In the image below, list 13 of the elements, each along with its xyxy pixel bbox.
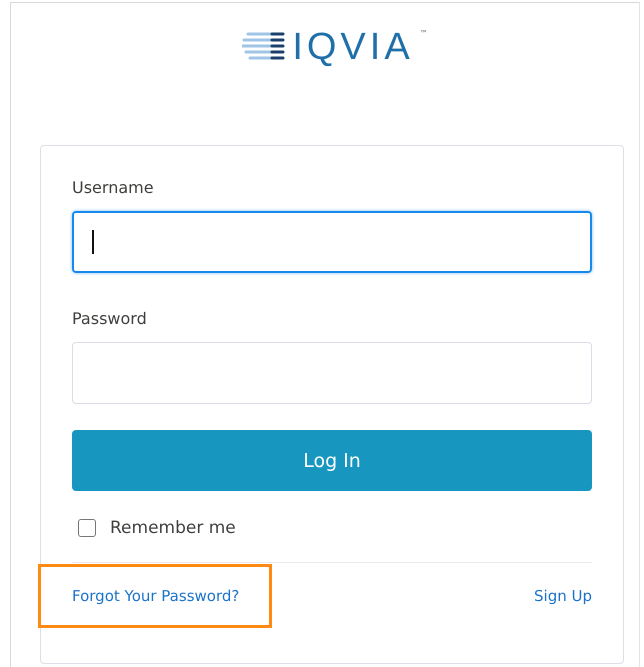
remember-label: Remember me (110, 518, 236, 538)
login-button[interactable]: Log In (72, 430, 592, 491)
username-field[interactable] (72, 211, 592, 273)
password-label: Password (72, 309, 148, 328)
text-cursor (92, 230, 94, 254)
logo-wordmark: IQVIA (292, 25, 414, 69)
remember-checkbox[interactable] (78, 519, 96, 537)
trademark-mark: ™ (420, 29, 428, 38)
username-label: Username (72, 178, 155, 197)
forgot-password-link[interactable]: Forgot Your Password? (41, 567, 270, 625)
logo-stripes-icon (242, 30, 286, 62)
sign-up-link[interactable]: Sign Up (534, 587, 592, 605)
password-field[interactable] (72, 342, 592, 404)
